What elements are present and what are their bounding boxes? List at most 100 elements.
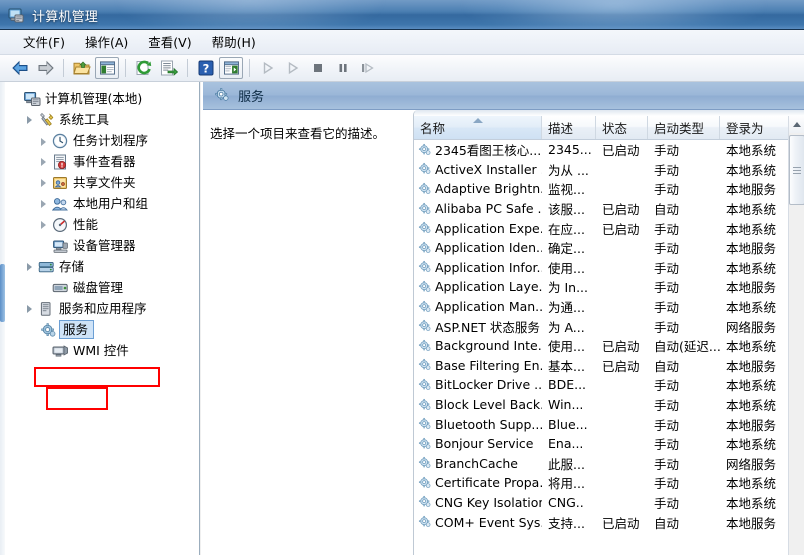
service-description: 监视... (548, 182, 585, 198)
service-row[interactable]: Application Iden... 确定... 手动 本地服务 (414, 238, 789, 258)
service-name: Adaptive Brightn... (435, 181, 542, 197)
service-row[interactable]: Certificate Propa... 将用... 手动 本地系统 (414, 473, 789, 493)
tree-item-device-manager[interactable]: 设备管理器 (10, 235, 198, 256)
menu-file[interactable]: 文件(F) (14, 32, 74, 53)
tree-item-shared-folders[interactable]: 共享文件夹 (10, 172, 198, 193)
tree-label: 计算机管理(本地) (45, 91, 143, 106)
scrollbar-thumb[interactable] (789, 135, 804, 205)
tree-item-disk-management[interactable]: 磁盘管理 (10, 277, 198, 298)
service-logon-as: 本地系统 (726, 495, 777, 511)
services-list-panel: 名称 描述 状态 启动类型 登录为 2345看图王核心... 2345... 已… (413, 110, 804, 555)
service-name: ActiveX Installer ... (435, 161, 542, 177)
tree-item-local-users-groups[interactable]: 本地用户和组 (10, 193, 198, 214)
service-description-cell: 确定... (542, 238, 596, 257)
tree-item-system-tools[interactable]: 系统工具 (10, 109, 198, 130)
show-hide-tree-icon[interactable] (95, 57, 119, 79)
wmi-control-icon (52, 343, 69, 359)
twisty-expand[interactable] (38, 172, 52, 193)
service-row[interactable]: COM+ Event Sys... 支持... 已启动 自动 本地服务 (414, 512, 789, 532)
service-row[interactable]: Alibaba PC Safe ... 该服... 已启动 自动 本地系统 (414, 199, 789, 219)
column-header-logon-as[interactable]: 登录为 (720, 116, 789, 139)
menu-action[interactable]: 操作(A) (76, 32, 137, 53)
service-startup-cell: 手动 (648, 297, 720, 316)
twisty-none (10, 88, 24, 109)
service-description: 2345... (548, 142, 592, 158)
tree-item-wmi-control[interactable]: WMI 控件 (10, 340, 198, 361)
twisty-collapse[interactable] (24, 109, 38, 130)
service-description-cell: Win... (542, 397, 596, 412)
service-row[interactable]: Background Inte... 使用... 已启动 自动(延迟... 本地系统 (414, 336, 789, 356)
console-tree: 计算机管理(本地) 系统工具 任务计划程序 事件查看器 共享文件夹 本地用户和组… (10, 88, 198, 361)
service-logon-cell: 本地系统 (720, 473, 789, 492)
tree-scrollbar-thumb[interactable] (0, 264, 5, 322)
service-row[interactable]: Application Expe... 在应... 已启动 手动 本地系统 (414, 218, 789, 238)
tree-item-services-and-applications[interactable]: 服务和应用程序 (10, 298, 198, 319)
tree-item-services[interactable]: 服务 (10, 319, 198, 340)
service-row[interactable]: ASP.NET 状态服务为 A... 手动 网络服务 (414, 316, 789, 336)
service-row[interactable]: CNG Key Isolation CNG.. 手动 本地系统 (414, 493, 789, 513)
service-startup-type: 自动(延迟... (654, 339, 720, 355)
service-row[interactable]: Bonjour Service Ena... 手动 本地系统 (414, 434, 789, 454)
twisty-none (38, 277, 52, 298)
twisty-expand[interactable] (38, 130, 52, 151)
service-row[interactable]: Application Infor... 使用... 手动 本地系统 (414, 258, 789, 278)
scroll-up-arrow[interactable] (789, 116, 804, 133)
service-startup-cell: 手动 (648, 317, 720, 336)
service-logon-cell: 本地系统 (720, 160, 789, 179)
tree-item-storage[interactable]: 存储 (10, 256, 198, 277)
service-row[interactable]: Adaptive Brightn... 监视... 手动 本地服务 (414, 179, 789, 199)
service-row[interactable]: Application Laye... 为 In... 手动 本地服务 (414, 277, 789, 297)
service-row[interactable]: Block Level Back... Win... 手动 本地系统 (414, 395, 789, 415)
back-icon[interactable] (8, 57, 32, 79)
column-header-name[interactable]: 名称 (414, 116, 542, 139)
tree-item-event-viewer[interactable]: 事件查看器 (10, 151, 198, 172)
help-icon[interactable]: ? (194, 57, 218, 79)
tree-item-computer-management[interactable]: 计算机管理(本地) (10, 88, 198, 109)
storage-icon (38, 259, 55, 275)
services-gear-icon (214, 87, 230, 105)
twisty-expand[interactable] (38, 214, 52, 235)
services-vertical-scrollbar[interactable] (788, 116, 804, 555)
title-bar-glow (464, 0, 764, 29)
service-logon-cell: 本地服务 (720, 356, 789, 375)
service-row[interactable]: BranchCache 此服... 手动 网络服务 (414, 454, 789, 474)
service-logon-as: 本地系统 (726, 437, 777, 453)
service-description-cell: 为 A... (542, 317, 596, 336)
service-startup-type: 手动 (654, 378, 680, 394)
tree-item-task-scheduler[interactable]: 任务计划程序 (10, 130, 198, 151)
forward-icon[interactable] (33, 57, 57, 79)
service-row[interactable]: Application Man... 为通... 手动 本地系统 (414, 297, 789, 317)
title-bar[interactable]: 计算机管理 (0, 0, 804, 30)
service-row[interactable]: Base Filtering En... 基本... 已启动 自动 本地服务 (414, 356, 789, 376)
column-header-status[interactable]: 状态 (596, 116, 648, 139)
menu-view[interactable]: 查看(V) (139, 32, 200, 53)
service-row[interactable]: BitLocker Drive ... BDE... 手动 本地系统 (414, 375, 789, 395)
column-header-description[interactable]: 描述 (542, 116, 596, 139)
service-gear-icon (418, 398, 432, 412)
service-logon-cell: 网络服务 (720, 454, 789, 473)
twisty-collapse[interactable] (24, 256, 38, 277)
twisty-expand[interactable] (38, 151, 52, 172)
service-row[interactable]: ActiveX Installer ... 为从 ... 手动 本地系统 (414, 160, 789, 180)
tree-label: 本地用户和组 (73, 196, 149, 211)
tree-label: 服务 (59, 320, 95, 339)
tree-item-performance[interactable]: 性能 (10, 214, 198, 235)
menu-help[interactable]: 帮助(H) (203, 32, 265, 53)
service-description: Blue... (548, 416, 588, 432)
up-folder-icon[interactable] (70, 57, 94, 79)
service-row[interactable]: 2345看图王核心... 2345... 已启动 手动 本地系统 (414, 140, 789, 160)
service-description: 基本... (548, 358, 585, 374)
service-name: Block Level Back... (435, 397, 542, 413)
refresh-icon[interactable] (132, 57, 156, 79)
service-row[interactable]: Bluetooth Supp... Blue... 手动 本地服务 (414, 414, 789, 434)
twisty-collapse[interactable] (24, 298, 38, 319)
service-name-cell: ASP.NET 状态服务 (414, 317, 542, 336)
service-startup-cell: 手动 (648, 473, 720, 492)
show-action-pane-icon[interactable] (219, 57, 243, 79)
column-header-startup-type[interactable]: 启动类型 (648, 116, 720, 139)
twisty-expand[interactable] (38, 193, 52, 214)
tree-vertical-scrollbar[interactable] (0, 82, 5, 555)
export-list-icon[interactable] (157, 57, 181, 79)
twisty-none (38, 340, 52, 361)
service-startup-type: 手动 (654, 241, 680, 257)
